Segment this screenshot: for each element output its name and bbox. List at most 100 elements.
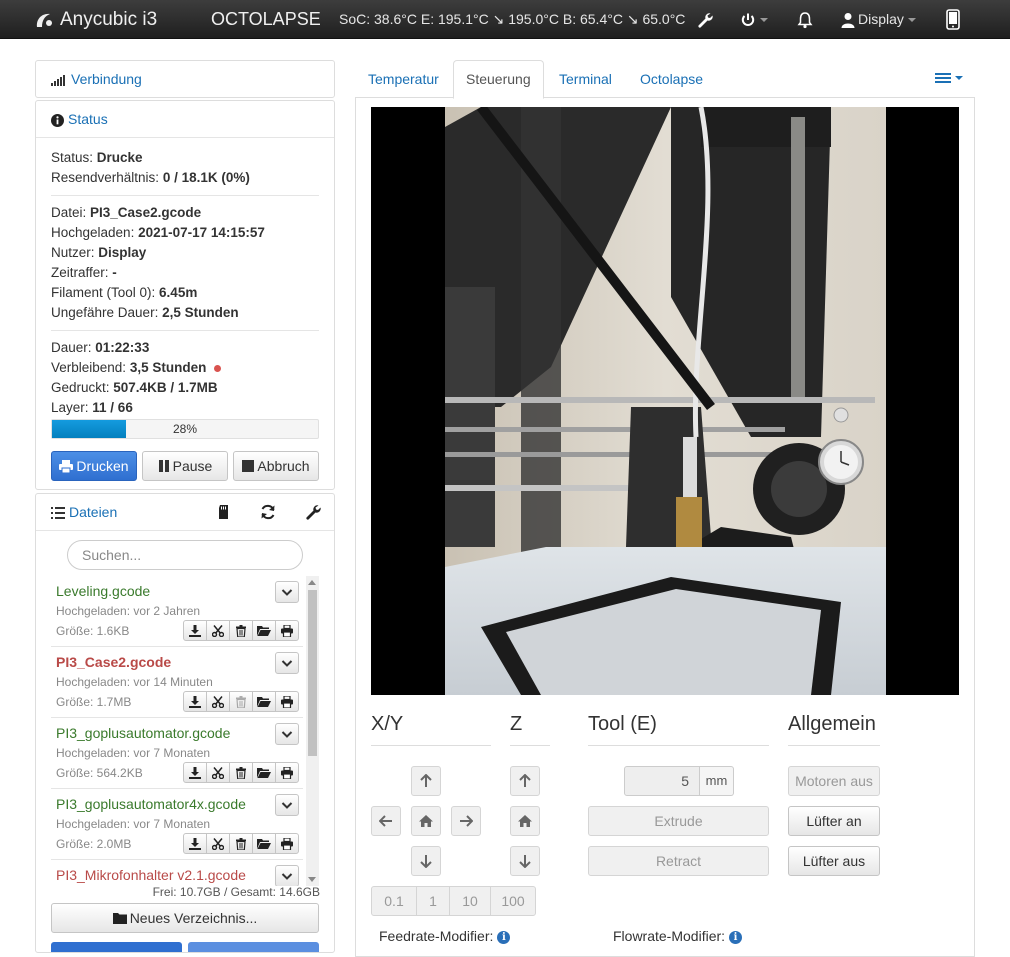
extrude-amount-input[interactable]: 5 [624, 766, 700, 796]
file-item[interactable]: PI3_Mikrofonhalter v2.1.gcode [51, 860, 303, 886]
file-name[interactable]: Leveling.gcode [56, 583, 150, 599]
arrow-down-icon [519, 855, 531, 868]
z-section-title: Z [510, 713, 523, 735]
load-button[interactable] [252, 620, 276, 641]
file-name[interactable]: PI3_Case2.gcode [56, 654, 171, 670]
file-item[interactable]: Leveling.gcode Hochgeladen: vor 2 Jahren… [51, 576, 303, 647]
download-button[interactable] [183, 691, 207, 712]
print-file-button[interactable] [275, 762, 299, 783]
tab-terminal[interactable]: Terminal [559, 60, 612, 98]
file-name[interactable]: PI3_goplusautomator4x.gcode [56, 796, 246, 812]
scissors-icon [212, 766, 224, 779]
retract-button[interactable]: Retract [588, 846, 769, 876]
tab-temperature[interactable]: Temperatur [368, 60, 439, 98]
info-icon[interactable]: i [497, 930, 511, 944]
print-file-button[interactable] [275, 833, 299, 854]
printer-icon [281, 837, 293, 850]
slice-button[interactable] [206, 620, 230, 641]
jog-z-minus-button[interactable] [510, 846, 540, 876]
print-button[interactable]: Drucken [51, 451, 137, 481]
fan-off-button[interactable]: Lüfter aus [788, 846, 880, 876]
load-button[interactable] [252, 833, 276, 854]
refresh-icon[interactable] [259, 503, 277, 521]
sd-card-icon[interactable] [215, 503, 233, 521]
cancel-button[interactable]: Abbruch [233, 451, 319, 481]
pause-button[interactable]: Pause [142, 451, 228, 481]
bell-icon[interactable] [797, 11, 813, 29]
step-0.1-button[interactable]: 0.1 [371, 886, 417, 916]
delete-button[interactable] [229, 833, 253, 854]
upload-button[interactable] [51, 942, 182, 952]
file-name[interactable]: PI3_goplusautomator.gcode [56, 725, 230, 741]
slice-button[interactable] [206, 833, 230, 854]
file-expand-button[interactable] [275, 723, 299, 745]
status-row-file: Datei: PI3_Case2.gcode [51, 205, 202, 220]
load-button[interactable] [252, 762, 276, 783]
scrollbar-thumb[interactable] [308, 590, 317, 756]
slice-button[interactable] [206, 762, 230, 783]
fan-on-button[interactable]: Lüfter an [788, 806, 880, 836]
upload-sd-button[interactable] [188, 942, 319, 952]
load-button[interactable] [252, 691, 276, 712]
step-1-button[interactable]: 1 [416, 886, 450, 916]
file-item[interactable]: PI3_goplusautomator4x.gcode Hochgeladen:… [51, 789, 303, 860]
file-list-scrollbar[interactable] [306, 576, 319, 886]
print-file-button[interactable] [275, 620, 299, 641]
print-file-button[interactable] [275, 691, 299, 712]
delete-button[interactable] [229, 762, 253, 783]
tab-octolapse[interactable]: Octolapse [640, 60, 703, 98]
jog-y-plus-button[interactable] [411, 766, 441, 796]
files-header[interactable]: Dateien [36, 494, 334, 531]
file-expand-button[interactable] [275, 581, 299, 603]
home-xy-button[interactable] [411, 806, 441, 836]
webcam-stream[interactable] [371, 107, 959, 695]
wrench-settings-icon[interactable] [696, 11, 714, 29]
power-menu[interactable] [740, 0, 768, 39]
temperature-readout: SoC: 38.6°C E: 195.1°C ↘ 195.0°C B: 65.4… [339, 11, 686, 27]
scroll-up-arrow-icon[interactable] [308, 580, 316, 585]
step-10-button[interactable]: 10 [449, 886, 491, 916]
user-menu[interactable]: Display [858, 0, 916, 39]
tab-overflow-menu[interactable] [935, 72, 963, 86]
jog-x-plus-button[interactable] [451, 806, 481, 836]
download-button[interactable] [183, 620, 207, 641]
user-icon[interactable] [841, 11, 855, 29]
file-expand-button[interactable] [275, 652, 299, 674]
tab-control[interactable]: Steuerung [453, 60, 544, 99]
home-z-button[interactable] [510, 806, 540, 836]
wrench-icon[interactable] [304, 503, 322, 521]
brand-link[interactable]: Anycubic i3 [60, 0, 157, 39]
file-item[interactable]: PI3_Case2.gcode Hochgeladen: vor 14 Minu… [51, 647, 303, 718]
scroll-down-arrow-icon[interactable] [308, 877, 316, 882]
octoprint-logo-icon[interactable] [34, 10, 54, 30]
connection-title[interactable]: Verbindung [71, 71, 142, 87]
file-expand-button[interactable] [275, 865, 299, 886]
file-expand-button[interactable] [275, 794, 299, 816]
files-title[interactable]: Dateien [69, 504, 117, 520]
file-search-input[interactable] [67, 540, 303, 570]
jog-x-minus-button[interactable] [371, 806, 401, 836]
connection-panel: Verbindung [35, 60, 335, 98]
estimate-quality-dot-icon[interactable] [214, 364, 222, 372]
delete-button[interactable] [229, 620, 253, 641]
connection-header[interactable]: Verbindung [36, 61, 334, 98]
status-title[interactable]: Status [68, 111, 108, 127]
mobile-device-icon[interactable] [946, 9, 960, 30]
delete-button[interactable] [229, 691, 253, 712]
new-folder-button[interactable]: Neues Verzeichnis... [51, 903, 319, 933]
info-icon[interactable]: i [729, 930, 743, 944]
power-icon [741, 13, 755, 27]
file-item[interactable]: PI3_goplusautomator.gcode Hochgeladen: v… [51, 718, 303, 789]
download-button[interactable] [183, 762, 207, 783]
jog-y-minus-button[interactable] [411, 846, 441, 876]
step-100-button[interactable]: 100 [490, 886, 536, 916]
flowrate-modifier-label: Flowrate-Modifier: i [613, 928, 743, 944]
status-header[interactable]: Status [36, 101, 334, 138]
extrude-button[interactable]: Extrude [588, 806, 769, 836]
jog-z-plus-button[interactable] [510, 766, 540, 796]
files-panel: Dateien Leveling.gcode Hochgeladen: vor … [35, 493, 335, 953]
download-button[interactable] [183, 833, 207, 854]
file-name[interactable]: PI3_Mikrofonhalter v2.1.gcode [56, 867, 246, 883]
slice-button[interactable] [206, 691, 230, 712]
motors-off-button[interactable]: Motoren aus [788, 766, 880, 796]
